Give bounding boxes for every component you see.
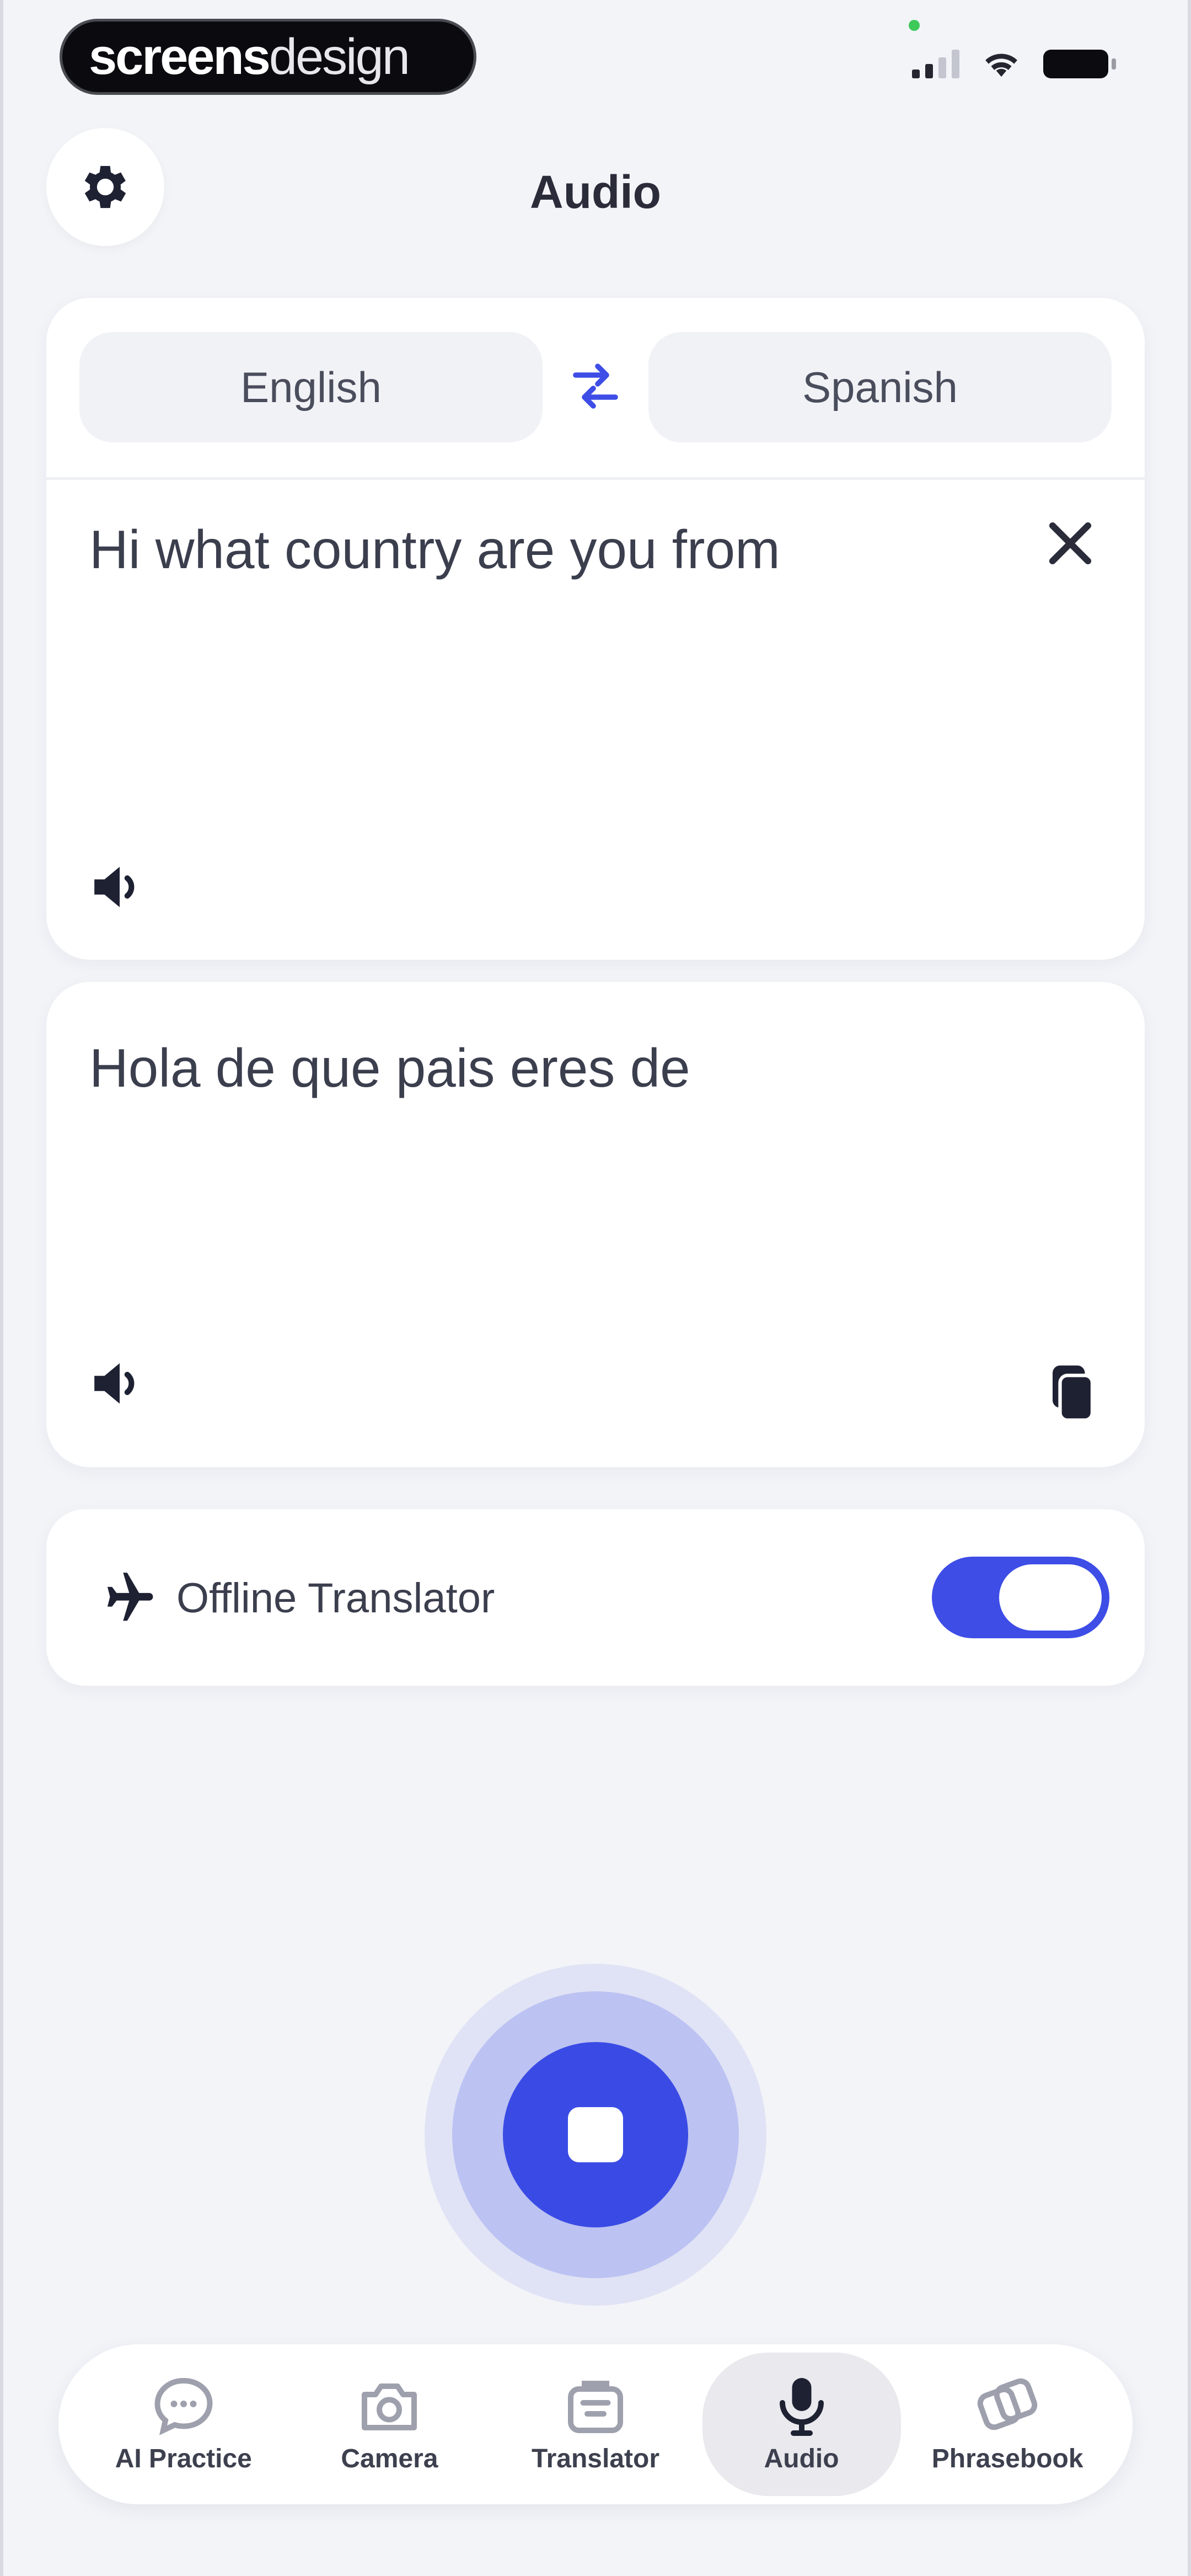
tab-phrasebook[interactable]: Phrasebook [908, 2353, 1107, 2496]
phrasebook-icon [977, 2378, 1038, 2430]
source-language-button[interactable]: English [79, 332, 543, 442]
swap-arrows-icon[interactable] [569, 360, 622, 413]
toggle-knob [999, 1564, 1102, 1631]
tab-translator[interactable]: Translator [496, 2353, 695, 2496]
stop-recording-button[interactable] [503, 2042, 688, 2227]
stop-icon [568, 2107, 623, 2162]
offline-translator-toggle[interactable] [932, 1557, 1109, 1638]
tab-label: AI Practice [115, 2444, 252, 2473]
close-icon[interactable] [1040, 513, 1101, 574]
tab-label: Audio [764, 2444, 839, 2473]
translator-icon [567, 2380, 623, 2433]
battery-icon [1043, 50, 1116, 78]
chat-bubble-icon [154, 2377, 213, 2435]
airplane-icon [107, 1573, 153, 1621]
speaker-icon[interactable] [89, 1357, 150, 1410]
translation-text[interactable]: Hola de que pais eres de [89, 1037, 690, 1099]
offline-translator-label: Offline Translator [176, 1575, 495, 1622]
tab-audio[interactable]: Audio [702, 2353, 901, 2496]
brand-light: design [269, 28, 410, 85]
camera-icon [362, 2383, 417, 2430]
target-language-button[interactable]: Spanish [648, 332, 1112, 442]
camera-indicator-dot [909, 20, 920, 31]
tab-label: Translator [531, 2444, 660, 2473]
translation-card: Hola de que pais eres de [46, 982, 1145, 1467]
copy-icon[interactable] [1048, 1362, 1097, 1423]
source-card: English Spanish Hi what country are you … [46, 298, 1145, 960]
tab-ai-practice[interactable]: AI Practice [84, 2353, 283, 2496]
wifi-icon [985, 54, 1017, 77]
source-text[interactable]: Hi what country are you from [89, 519, 780, 581]
brand-bold: screens [89, 28, 271, 85]
tab-bar: AI Practice Camera Translator Audio Phra… [58, 2344, 1133, 2504]
status-icons [912, 50, 1116, 78]
tab-label: Phrasebook [931, 2444, 1083, 2473]
offline-translator-row: Offline Translator [46, 1509, 1145, 1686]
speaker-icon[interactable] [89, 861, 150, 913]
tab-label: Camera [341, 2444, 438, 2473]
page-title: Audio [530, 166, 661, 218]
signal-icon [912, 50, 959, 78]
tab-camera[interactable]: Camera [290, 2353, 489, 2496]
brand-pill: screens design [60, 19, 476, 95]
microphone-icon [779, 2377, 824, 2436]
language-selector: English Spanish [46, 298, 1145, 480]
